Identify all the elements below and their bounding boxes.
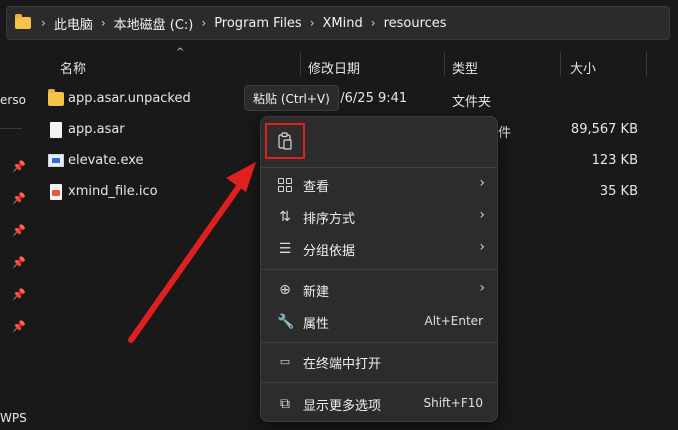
breadcrumb-item-local-disk[interactable]: 本地磁盘 (C:) [114,14,194,33]
chevron-right-icon: › [41,16,46,30]
menu-item-more-options[interactable]: ⧉ 显示更多选项 Shift+F10 [267,389,493,419]
menu-item-label: 在终端中打开 [303,357,382,372]
nav-divider [0,128,22,129]
column-divider[interactable] [300,52,301,76]
chevron-right-icon: › [370,16,376,30]
chevron-right-icon: › [201,16,207,30]
menu-item-view[interactable]: 查看 › [267,170,493,200]
file-name: xmind_file.ico [68,184,158,199]
menu-item-new[interactable]: ⊕ 新建 › [267,275,493,305]
paste-button[interactable] [265,123,305,159]
menu-item-label: 排序方式 [303,212,356,227]
nav-item-label[interactable]: erso [0,93,26,107]
pin-icon: 📌 [12,256,26,269]
folder-icon [48,89,64,106]
paste-icon [278,132,292,150]
shortcut-label: Shift+F10 [423,396,483,410]
pin-icon: 📌 [12,320,26,333]
paste-tooltip: 粘贴 (Ctrl+V) [244,85,339,111]
menu-item-label: 显示更多选项 [303,399,382,414]
chevron-right-icon: › [479,239,485,255]
chevron-right-icon: › [479,280,485,296]
file-icon [50,122,62,138]
column-header-date[interactable]: 修改日期 [308,58,360,77]
menu-item-group[interactable]: ☰ 分组依据 › [267,234,493,264]
breadcrumb-item-this-pc[interactable]: 此电脑 [54,14,93,33]
column-divider[interactable] [646,52,647,76]
file-size: 123 KB [591,153,638,168]
pin-icon: 📌 [12,224,26,237]
chevron-right-icon: › [479,175,485,191]
chevron-right-icon: › [479,207,485,223]
breadcrumb-item-xmind[interactable]: XMind [323,16,363,31]
file-size: 35 KB [599,184,638,199]
menu-separator [261,382,497,383]
wrench-icon: 🔧 [277,314,295,330]
breadcrumb-item-program-files[interactable]: Program Files [214,16,302,31]
sort-caret-icon: ^ [176,47,185,58]
chevron-right-icon: › [100,16,106,30]
chevron-right-icon: › [309,16,315,30]
menu-item-open-terminal[interactable]: ▭ 在终端中打开 [267,347,493,377]
context-menu: 查看 › ⇅ 排序方式 › ☰ 分组依据 › ⊕ 新建 › 🔧 属性 Alt+E… [260,116,498,422]
menu-item-label: 分组依据 [303,244,356,259]
terminal-icon: ▭ [279,355,291,368]
more-options-icon: ⧉ [280,396,290,412]
menu-item-label: 属性 [303,317,330,332]
navigation-pane: erso 📌 📌 📌 📌 📌 📌 WPS [0,44,30,430]
nav-item-wps[interactable]: WPS [0,411,27,425]
column-header-row: ^ 名称 修改日期 类型 大小 [40,44,678,82]
file-type: 文件夹 [452,95,492,110]
menu-separator [261,269,497,270]
menu-item-properties[interactable]: 🔧 属性 Alt+Enter [267,307,493,337]
folder-icon [15,14,31,29]
file-size: 89,567 KB [570,122,638,137]
breadcrumb: › 此电脑 › 本地磁盘 (C:) › Program Files › XMin… [33,14,447,33]
shortcut-label: Alt+Enter [424,314,483,328]
column-header-type[interactable]: 类型 [452,58,478,77]
file-date: 2/6/25 9:41 [332,91,408,106]
menu-item-label: 查看 [303,180,330,195]
sort-icon: ⇅ [279,209,291,225]
pin-icon: 📌 [12,160,26,173]
column-divider[interactable] [560,52,561,76]
pin-icon: 📌 [12,288,26,301]
column-header-size[interactable]: 大小 [570,58,596,77]
menu-item-sort[interactable]: ⇅ 排序方式 › [267,202,493,232]
column-divider[interactable] [444,52,445,76]
file-row[interactable]: app.asar.unpacked 2/6/25 9:41 文件夹 [48,88,678,110]
column-header-name[interactable]: 名称 [60,58,86,77]
address-bar[interactable]: › 此电脑 › 本地磁盘 (C:) › Program Files › XMin… [6,6,670,40]
view-grid-icon [278,178,292,192]
breadcrumb-item-resources[interactable]: resources [384,16,447,31]
menu-item-label: 新建 [303,285,330,300]
pin-icon: 📌 [12,192,26,205]
file-name: app.asar.unpacked [68,91,191,106]
menu-separator [261,342,497,343]
file-type: 件 [498,126,512,141]
new-icon: ⊕ [279,282,291,298]
exe-icon [48,154,64,167]
group-icon: ☰ [278,241,292,257]
menu-separator [261,167,497,168]
file-name: elevate.exe [68,153,144,168]
file-name: app.asar [68,122,125,137]
ico-file-icon [50,184,62,200]
